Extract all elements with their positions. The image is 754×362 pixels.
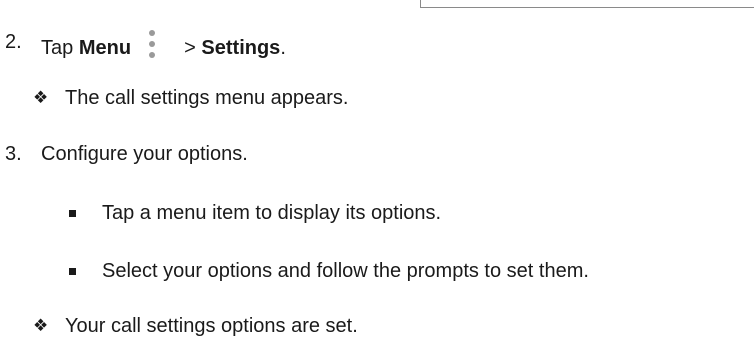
diamond-bullet-icon: ❖ [33,88,49,107]
diamond-bullet-icon: ❖ [33,316,49,335]
step-number: 2. [5,31,22,53]
settings-label: Settings [201,37,281,59]
step-prefix: Tap [41,37,74,59]
sub-item-text: Tap a menu item to display its options. [102,202,442,224]
step-suffix: . [280,37,286,59]
menu-dots-vertical-icon [147,30,157,60]
step-number: 3. [5,143,22,165]
step-text: Configure your options. [41,143,248,165]
result-text: Your call settings options are set. [65,315,358,337]
square-bullet-icon [69,268,76,275]
menu-label: Menu [78,37,132,59]
step-text: Tap Menu > Settings. [41,30,286,60]
separator: > [184,37,196,59]
square-bullet-icon [69,210,76,217]
sub-item-text: Select your options and follow the promp… [102,260,589,282]
result-text: The call settings menu appears. [65,87,349,109]
frame-edge [420,0,754,8]
